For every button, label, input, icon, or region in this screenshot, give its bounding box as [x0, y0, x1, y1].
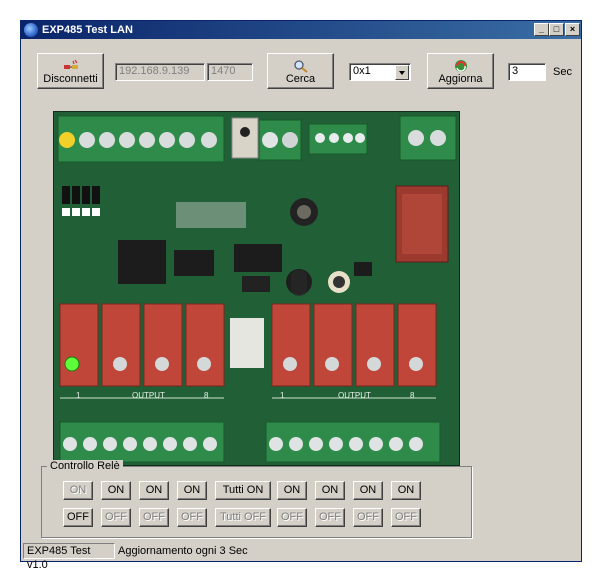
relay-5-off-button[interactable]: OFF — [277, 508, 307, 527]
interval-field[interactable]: 3 — [508, 63, 546, 81]
output-left-label: OUTPUT — [132, 391, 165, 400]
relay-3-off-button[interactable]: OFF — [139, 508, 169, 527]
relay-4-on-button[interactable]: ON — [177, 481, 207, 500]
relay-3-on-button[interactable]: ON — [139, 481, 169, 500]
board-drawing — [54, 112, 459, 465]
refresh-icon — [454, 60, 467, 72]
all-on-button[interactable]: Tutti ON — [215, 481, 271, 500]
all-off-button[interactable]: Tutti OFF — [215, 508, 271, 527]
relay-1-on-button[interactable]: ON — [63, 481, 93, 500]
relay-2-on-button[interactable]: ON — [101, 481, 131, 500]
minimize-button[interactable]: _ — [534, 23, 549, 36]
interval-unit-label: Sec — [553, 66, 572, 78]
status-message: Aggiornamento ogni 3 Sec — [118, 545, 248, 557]
relay-8-off-button[interactable]: OFF — [391, 508, 421, 527]
plug-disconnect-icon — [63, 59, 78, 69]
port-field[interactable]: 1470 — [207, 63, 253, 81]
relay-6-off-button[interactable]: OFF — [315, 508, 345, 527]
output-right-num-8: 8 — [410, 391, 415, 400]
board-image: OUTPUT OUTPUT 1 8 1 8 — [53, 111, 460, 466]
maximize-button[interactable]: □ — [549, 23, 564, 36]
window-title: EXP485 Test LAN — [42, 24, 133, 36]
relay-7-on-button[interactable]: ON — [353, 481, 383, 500]
chevron-down-icon[interactable] — [395, 65, 409, 80]
relay-control-group — [41, 466, 472, 538]
output-right-num-1: 1 — [280, 391, 285, 400]
refresh-button[interactable]: Aggiorna — [427, 53, 494, 89]
output-left-num-8: 8 — [204, 391, 209, 400]
top-status-led — [59, 132, 75, 148]
disconnect-label: Disconnetti — [43, 73, 98, 85]
status-version: EXP485 Test v1.0 — [23, 543, 115, 571]
output-right-label: OUTPUT — [338, 391, 371, 400]
main-window: EXP485 Test LAN _ □ × Disconnetti 192.16… — [20, 20, 582, 571]
refresh-label: Aggiorna — [438, 73, 483, 85]
address-select[interactable]: 0x1 — [349, 63, 411, 81]
search-button[interactable]: Cerca — [267, 53, 334, 89]
relay-8-on-button[interactable]: ON — [391, 481, 421, 500]
relay-1-off-button[interactable]: OFF — [63, 508, 93, 527]
search-label: Cerca — [285, 73, 316, 85]
relay-7-off-button[interactable]: OFF — [353, 508, 383, 527]
relay-4-off-button[interactable]: OFF — [177, 508, 207, 527]
status-bar: EXP485 Test v1.0 Aggiornamento ogni 3 Se… — [21, 540, 581, 571]
relay-1-led — [64, 356, 80, 372]
app-icon — [24, 23, 38, 37]
output-left-num-1: 1 — [76, 391, 81, 400]
relay-2-off-button[interactable]: OFF — [101, 508, 131, 527]
ip-address-field[interactable]: 192.168.9.139 — [115, 63, 205, 81]
title-bar: EXP485 Test LAN _ □ × — [21, 21, 581, 39]
close-button[interactable]: × — [565, 23, 580, 36]
disconnect-button[interactable]: Disconnetti — [37, 53, 104, 89]
magnifier-icon — [293, 60, 308, 73]
relay-control-title: Controllo Relè — [47, 460, 123, 472]
relay-6-on-button[interactable]: ON — [315, 481, 345, 500]
address-select-value: 0x1 — [353, 65, 371, 77]
relay-5-on-button[interactable]: ON — [277, 481, 307, 500]
